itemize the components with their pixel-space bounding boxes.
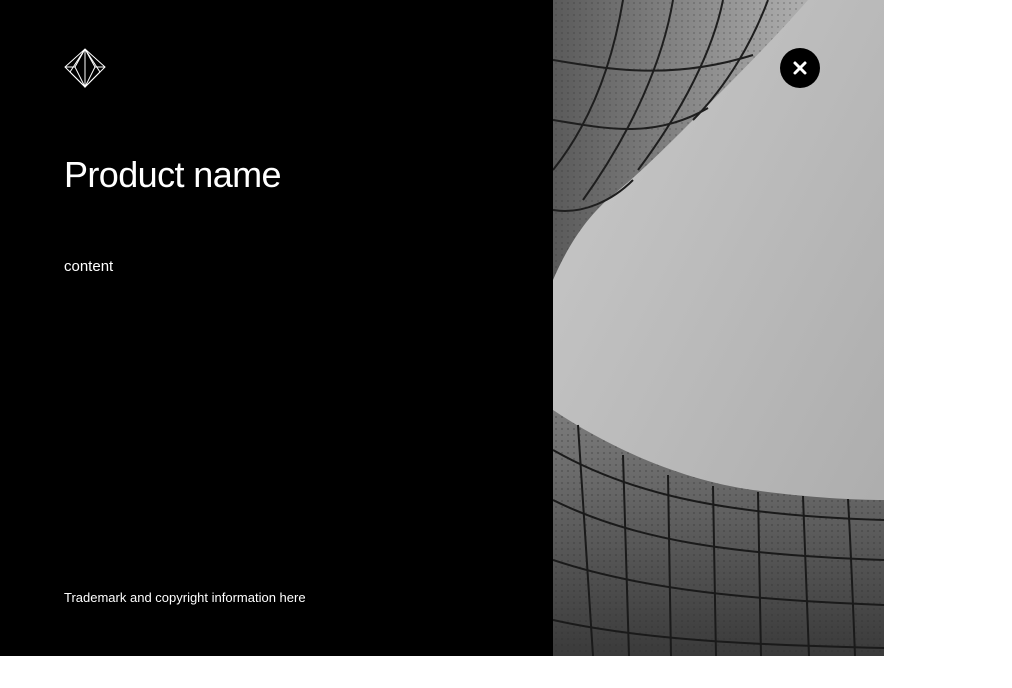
product-title: Product name [64,154,282,195]
close-button[interactable] [780,48,820,88]
close-icon [793,61,807,75]
trademark-text: Trademark and copyright information here [64,590,306,605]
diamond-logo-icon [64,48,106,89]
architecture-photo [553,0,884,656]
about-modal: Product name content Trademark and copyr… [0,0,884,656]
modal-content-text: content [64,258,114,275]
about-modal-content-panel: Product name content Trademark and copyr… [0,0,553,656]
hero-image-panel [553,0,884,656]
